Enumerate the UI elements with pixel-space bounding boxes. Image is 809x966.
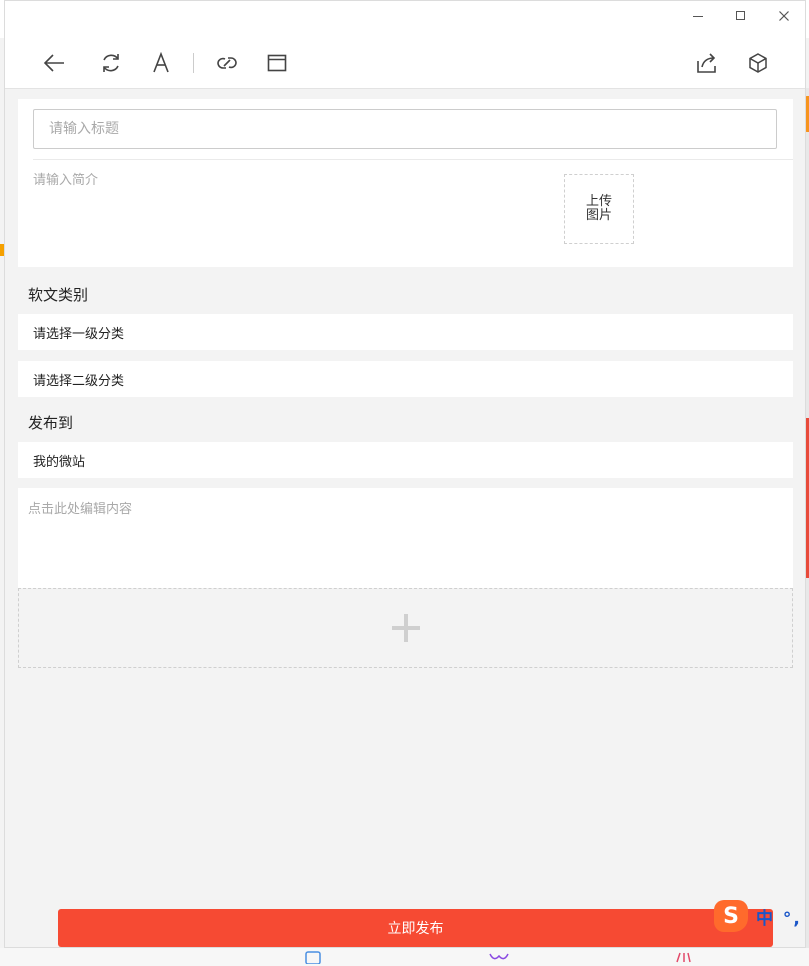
- publish-to-label: 发布到: [28, 414, 74, 432]
- share-button[interactable]: [693, 49, 721, 77]
- background-bottom-icon-1: [304, 950, 322, 966]
- category-label: 软文类别: [28, 286, 89, 304]
- close-icon: [779, 11, 789, 21]
- refresh-icon: [103, 54, 119, 72]
- publish-button-label: 立即发布: [387, 921, 444, 937]
- maximize-icon: [736, 11, 745, 20]
- background-bottom-icon-2: [488, 950, 510, 966]
- minimize-icon: [693, 16, 703, 17]
- toolbar-separator: [193, 53, 194, 73]
- upload-image-label: 上传图片: [585, 194, 612, 223]
- publish-target-select[interactable]: 我的微站: [18, 442, 793, 478]
- share-icon: [697, 53, 716, 73]
- category-level2-value: 请选择二级分类: [33, 373, 125, 389]
- refresh-button[interactable]: [97, 49, 125, 77]
- publish-button[interactable]: 立即发布: [58, 909, 773, 947]
- editor-window: 上传图片 软文类别 请选择一级分类 请选择二级分类 发布到 我的微站 点击此处编…: [4, 0, 806, 948]
- content-editor-placeholder: 点击此处编辑内容: [28, 502, 133, 517]
- add-content-block-button[interactable]: [18, 588, 793, 668]
- link-icon: [217, 57, 237, 69]
- title-input[interactable]: [33, 109, 777, 149]
- back-button[interactable]: [40, 49, 68, 77]
- toolbar: [5, 31, 805, 89]
- font-icon: [153, 52, 169, 73]
- window-button[interactable]: [263, 49, 291, 77]
- close-button[interactable]: [772, 7, 796, 25]
- publish-target-value: 我的微站: [33, 454, 86, 470]
- ime-status-bar[interactable]: S 中 °,: [714, 898, 809, 934]
- content-editor[interactable]: 点击此处编辑内容: [18, 488, 793, 588]
- cube-icon: [749, 53, 767, 73]
- ime-logo-icon: S: [714, 900, 748, 932]
- article-header-card: 上传图片: [18, 99, 793, 267]
- cube-button[interactable]: [744, 49, 772, 77]
- font-button[interactable]: [147, 49, 175, 77]
- category-level1-select[interactable]: 请选择一级分类: [18, 314, 793, 350]
- background-bottom-icon-3: [674, 950, 692, 966]
- maximize-button[interactable]: [729, 7, 753, 25]
- ime-mode-indicator[interactable]: 中 °,: [756, 904, 802, 929]
- minimize-button[interactable]: [686, 7, 710, 25]
- plus-icon: [391, 614, 420, 642]
- upload-image-button[interactable]: 上传图片: [564, 174, 634, 244]
- category-level2-select[interactable]: 请选择二级分类: [18, 361, 793, 397]
- back-arrow-icon: [43, 54, 64, 72]
- window-icon: [267, 54, 287, 72]
- category-level1-value: 请选择一级分类: [33, 326, 125, 342]
- summary-input[interactable]: [33, 169, 543, 259]
- link-button[interactable]: [213, 49, 241, 77]
- title-bar: [5, 1, 805, 31]
- divider: [33, 159, 793, 160]
